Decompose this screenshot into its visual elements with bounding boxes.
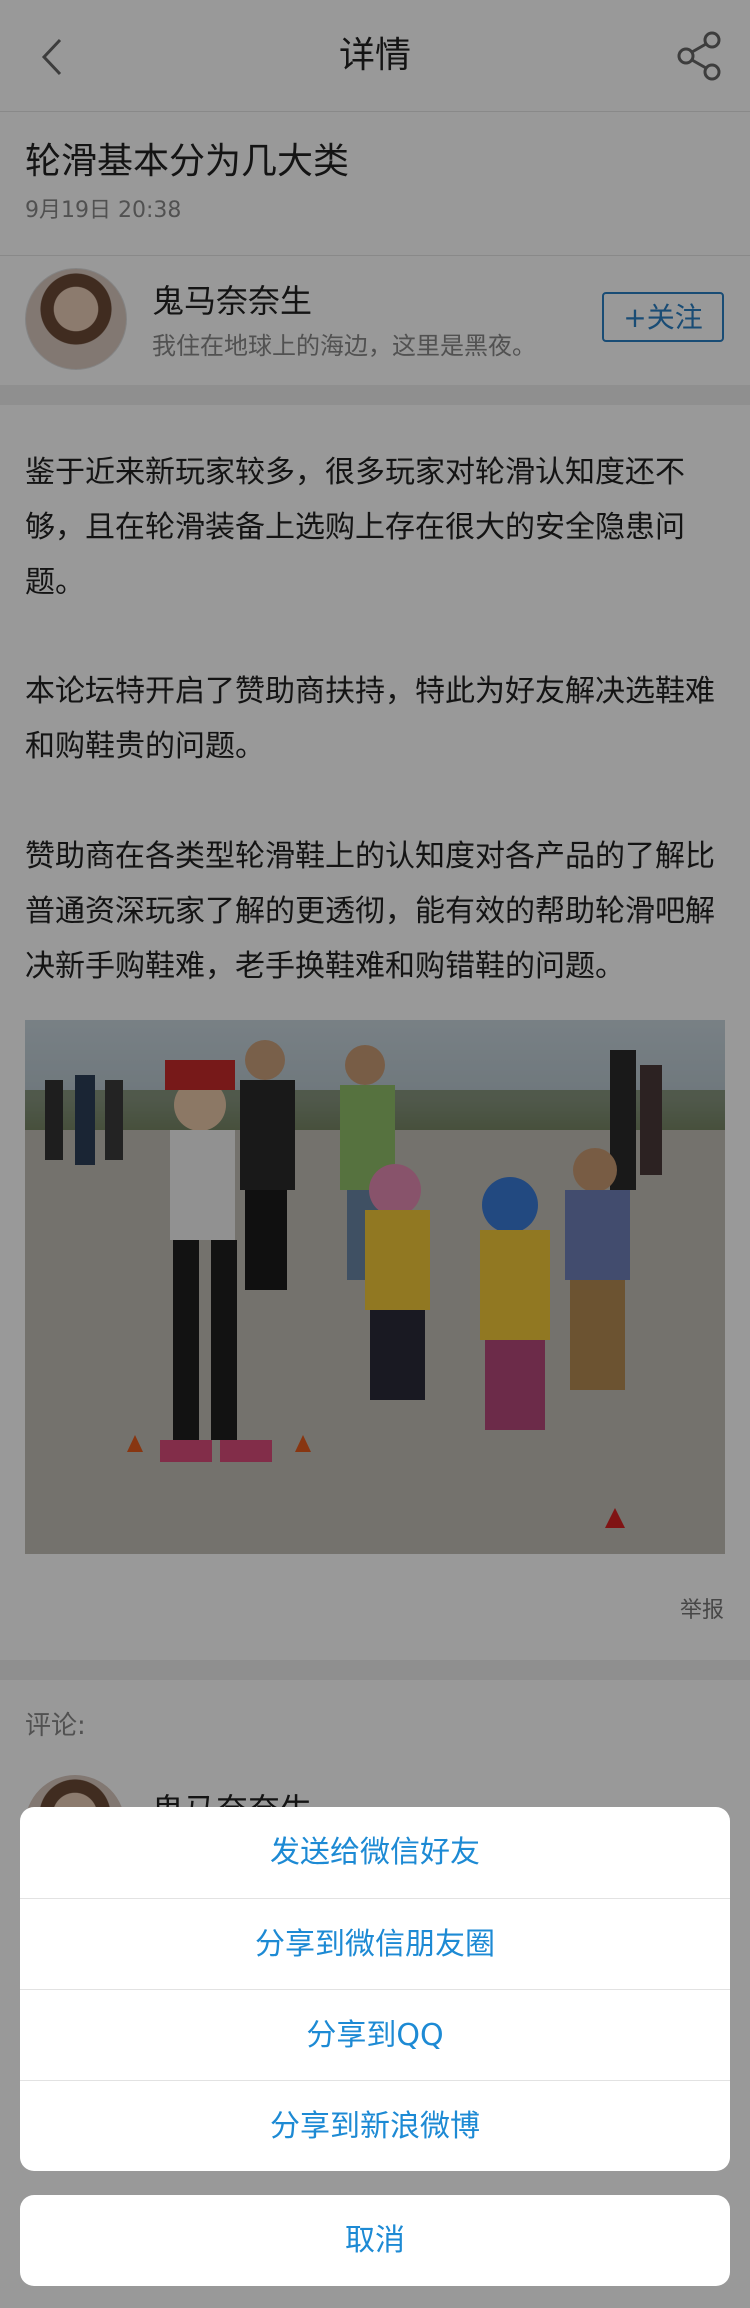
cancel-sheet: 取消 bbox=[20, 2195, 730, 2286]
share-options-sheet: 发送给微信好友 分享到微信朋友圈 分享到QQ 分享到新浪微博 bbox=[20, 1807, 730, 2171]
cancel-button[interactable]: 取消 bbox=[20, 2195, 730, 2286]
share-weibo-button[interactable]: 分享到新浪微博 bbox=[20, 2080, 730, 2171]
share-wechat-friend-button[interactable]: 发送给微信好友 bbox=[20, 1807, 730, 1898]
share-wechat-moments-button[interactable]: 分享到微信朋友圈 bbox=[20, 1898, 730, 1989]
share-qq-button[interactable]: 分享到QQ bbox=[20, 1989, 730, 2080]
